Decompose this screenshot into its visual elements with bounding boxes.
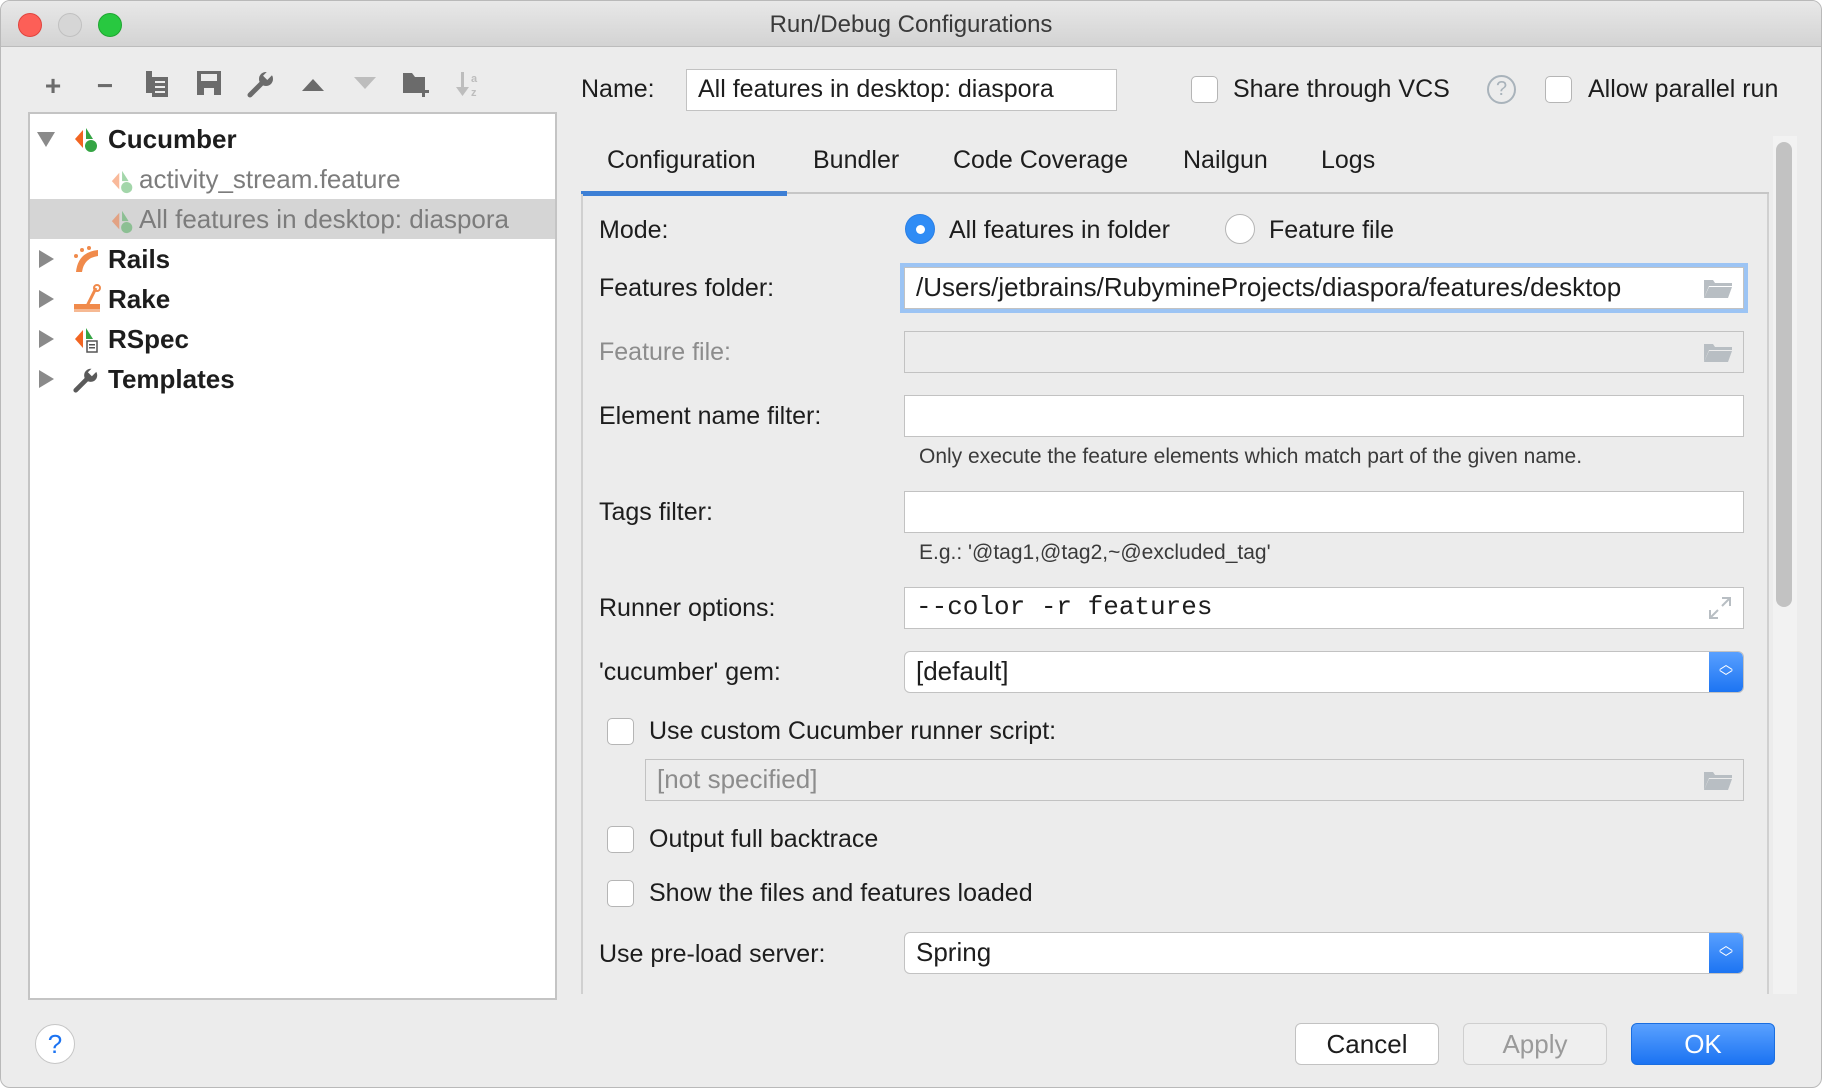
expand-arrow-icon[interactable]	[39, 250, 54, 268]
runner-options-value: --color -r features	[916, 592, 1213, 622]
tab-bundler[interactable]: Bundler	[813, 146, 899, 175]
custom-runner-checkbox[interactable]	[607, 718, 634, 745]
features-folder-label: Features folder:	[599, 274, 775, 302]
allow-parallel-checkbox[interactable]	[1545, 76, 1572, 103]
tags-filter-label: Tags filter:	[599, 498, 713, 526]
tree-item-rspec[interactable]: RSpec	[30, 319, 555, 359]
full-backtrace-checkbox[interactable]	[607, 826, 634, 853]
tab-code-coverage[interactable]: Code Coverage	[953, 146, 1128, 175]
show-files-checkbox[interactable]	[607, 880, 634, 907]
mode-feature-file-radio[interactable]	[1225, 214, 1255, 244]
tree-item-label: Rails	[108, 244, 171, 274]
element-name-filter-input[interactable]	[904, 395, 1744, 437]
select-stepper-icon: ︿ ﹀	[1709, 652, 1743, 692]
tags-filter-hint: E.g.: '@tag1,@tag2,~@excluded_tag'	[919, 541, 1271, 564]
help-icon[interactable]: ?	[1487, 75, 1516, 104]
tree-item-templates[interactable]: Templates	[30, 359, 555, 399]
mode-all-features-radio[interactable]	[905, 214, 935, 244]
new-folder-icon[interactable]	[400, 69, 434, 103]
svg-text:z: z	[471, 87, 477, 99]
sort-alpha-icon[interactable]: az	[452, 69, 486, 103]
tab-configuration[interactable]: Configuration	[607, 146, 756, 175]
tree-item-activity-stream[interactable]: activity_stream.feature	[30, 159, 555, 199]
cancel-button[interactable]: Cancel	[1295, 1023, 1439, 1065]
scrollbar-thumb[interactable]	[1776, 142, 1792, 607]
window-title: Run/Debug Configurations	[769, 11, 1053, 38]
tree-item-all-features-desktop[interactable]: All features in desktop: diaspora	[30, 199, 555, 239]
tree-item-label: Rake	[108, 284, 171, 314]
run-debug-configurations-dialog: Run/Debug Configurations + − az Cucumber	[0, 0, 1822, 1088]
tab-logs[interactable]: Logs	[1321, 146, 1375, 175]
custom-runner-value: [not specified]	[657, 764, 818, 794]
svg-text:a: a	[471, 73, 478, 85]
add-icon[interactable]: +	[36, 69, 70, 103]
select-stepper-icon: ︿ ﹀	[1709, 933, 1743, 973]
configuration-tree[interactable]: Cucumber activity_stream.feature All fea…	[28, 112, 557, 1000]
expand-arrow-icon[interactable]	[37, 132, 55, 147]
tree-item-label: Cucumber	[108, 124, 237, 154]
expand-arrow-icon[interactable]	[39, 290, 54, 308]
tree-item-label: All features in desktop: diaspora	[139, 204, 509, 234]
share-vcs-checkbox[interactable]	[1191, 76, 1218, 103]
copy-icon[interactable]	[140, 69, 174, 103]
full-backtrace-label: Output full backtrace	[649, 825, 879, 853]
panel-border-left	[581, 194, 583, 994]
cucumber-gem-value: [default]	[916, 656, 1009, 686]
folder-icon[interactable]	[1703, 771, 1733, 791]
wrench-icon[interactable]	[244, 69, 278, 103]
cucumber-gem-label: 'cucumber' gem:	[599, 658, 781, 686]
mode-feature-file-label: Feature file	[1269, 216, 1395, 244]
custom-runner-label: Use custom Cucumber runner script:	[649, 717, 1057, 745]
help-button[interactable]: ?	[35, 1024, 75, 1064]
custom-runner-input[interactable]: [not specified]	[645, 759, 1744, 801]
allow-parallel-label: Allow parallel run	[1588, 75, 1779, 103]
mode-label: Mode:	[599, 216, 669, 244]
ok-button[interactable]: OK	[1631, 1023, 1775, 1065]
active-tab-indicator	[581, 191, 787, 196]
element-name-filter-label: Element name filter:	[599, 402, 822, 430]
share-vcs-label: Share through VCS	[1233, 75, 1450, 103]
move-up-icon[interactable]	[296, 69, 330, 103]
name-label: Name:	[581, 75, 655, 103]
folder-icon[interactable]	[1703, 343, 1733, 363]
expand-arrow-icon[interactable]	[39, 330, 54, 348]
name-input[interactable]: All features in desktop: diaspora	[686, 69, 1117, 111]
feature-file-input[interactable]	[904, 331, 1744, 373]
mode-all-features-label: All features in folder	[949, 216, 1170, 244]
element-name-filter-hint: Only execute the feature elements which …	[919, 445, 1583, 468]
preload-server-label: Use pre-load server:	[599, 940, 826, 968]
tree-item-rake[interactable]: Rake	[30, 279, 555, 319]
runner-options-input[interactable]: --color -r features	[904, 587, 1744, 629]
save-icon[interactable]	[192, 69, 226, 103]
runner-options-label: Runner options:	[599, 594, 776, 622]
expand-icon[interactable]	[1707, 595, 1733, 621]
tree-item-cucumber[interactable]: Cucumber	[30, 119, 555, 159]
features-folder-input[interactable]: /Users/jetbrains/RubymineProjects/diaspo…	[904, 267, 1744, 309]
tree-item-label: activity_stream.feature	[139, 164, 401, 194]
folder-icon[interactable]	[1703, 279, 1733, 299]
tree-item-label: Templates	[108, 364, 235, 394]
features-folder-value: /Users/jetbrains/RubymineProjects/diaspo…	[916, 272, 1622, 302]
cucumber-gem-select[interactable]: [default] ︿ ﹀	[904, 651, 1744, 693]
wrench-icon	[72, 365, 100, 405]
scrollbar-track[interactable]	[1773, 136, 1797, 994]
panel-border-right	[1767, 194, 1769, 994]
title-bar: Run/Debug Configurations	[1, 1, 1821, 47]
tab-nailgun[interactable]: Nailgun	[1183, 146, 1268, 175]
remove-icon[interactable]: −	[88, 69, 122, 103]
apply-button[interactable]: Apply	[1463, 1023, 1607, 1065]
preload-server-value: Spring	[916, 937, 992, 967]
feature-file-label: Feature file:	[599, 338, 732, 366]
tags-filter-input[interactable]	[904, 491, 1744, 533]
expand-arrow-icon[interactable]	[39, 370, 54, 388]
tree-item-rails[interactable]: Rails	[30, 239, 555, 279]
tree-item-label: RSpec	[108, 324, 189, 354]
move-down-icon[interactable]	[348, 69, 382, 103]
show-files-label: Show the files and features loaded	[649, 879, 1033, 907]
preload-server-select[interactable]: Spring ︿ ﹀	[904, 932, 1744, 974]
